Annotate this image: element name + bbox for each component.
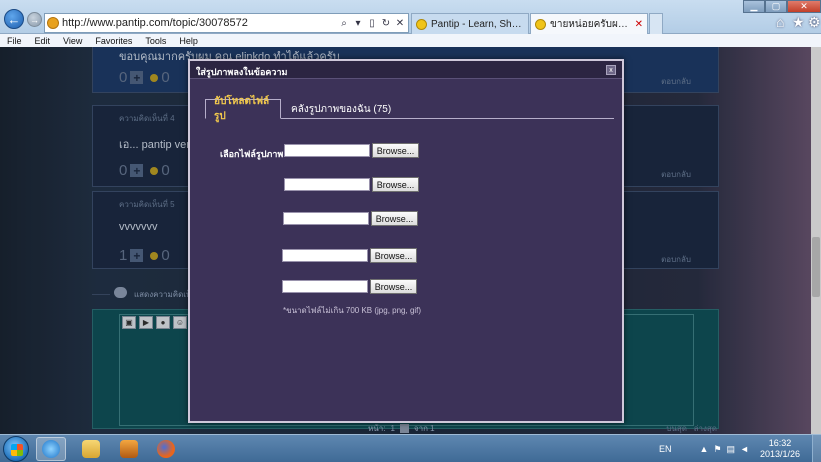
address-bar[interactable]: http://www.pantip.com/topic/30078572 ⌕ ▾… [44,13,409,33]
taskbar-explorer[interactable] [76,437,106,461]
file-path-input[interactable] [283,212,369,225]
network-icon[interactable]: ▤ [727,444,736,455]
window-controls: ▁ ▢ ✕ [743,0,821,13]
arrow-right-icon: → [30,14,39,25]
menu-favorites[interactable]: Favorites [95,36,132,46]
system-tray: EN ▲ ⚑ ▤ ◄ 16:32 2013/1/26 [659,435,821,462]
forward-button[interactable]: → [27,12,42,27]
menu-bar: File Edit View Favorites Tools Help [0,34,821,47]
dialog-header: ใส่รูปภาพลงในข้อความ x [190,61,622,79]
stop-icon[interactable]: ✕ [394,18,406,29]
refresh-icon[interactable]: ↻ [380,18,392,29]
browse-button[interactable]: Browse... [370,279,417,294]
folder-icon [82,440,100,458]
taskbar-ie[interactable] [36,437,66,461]
search-icon[interactable]: ⌕ [338,18,350,29]
dialog-title: ใส่รูปภาพลงในข้อความ [196,67,288,77]
tab-pantip[interactable]: Pantip - Learn, Share & Fun [411,13,529,34]
file-upload-row: Browse... [284,177,419,192]
language-indicator[interactable]: EN [659,444,672,454]
tab-topic[interactable]: ขายหน่อยครับผม IPAD MINI... ✕ [530,13,648,34]
media-app-icon [120,440,138,458]
firefox-icon [157,440,175,458]
browse-button[interactable]: Browse... [371,211,418,226]
menu-edit[interactable]: Edit [35,36,51,46]
file-upload-row: Browse... [282,248,417,263]
start-button[interactable] [3,436,29,462]
pantip-favicon-icon [535,18,546,30]
new-tab-button[interactable] [649,13,663,34]
windows-taskbar: EN ▲ ⚑ ▤ ◄ 16:32 2013/1/26 [0,434,821,462]
file-upload-row: Browse... [283,211,418,226]
file-upload-row: Browse... [282,279,417,294]
url-text[interactable]: http://www.pantip.com/topic/30078572 [62,17,338,29]
file-path-input[interactable] [282,249,368,262]
menu-tools[interactable]: Tools [145,36,166,46]
compat-view-icon[interactable]: ▯ [366,18,378,29]
taskbar-app[interactable] [114,437,144,461]
clock-date: 2013/1/26 [759,449,800,459]
menu-view[interactable]: View [63,36,82,46]
close-dialog-button[interactable]: x [606,65,616,75]
pantip-favicon-icon [416,18,427,30]
tools-gear-icon[interactable]: ⚙ [808,14,821,31]
file-path-input[interactable] [284,144,370,157]
arrow-left-icon: ← [7,11,21,27]
favorites-star-icon[interactable]: ★ [792,14,805,31]
internet-explorer-icon [42,440,60,458]
browser-titlebar: ← → http://www.pantip.com/topic/30078572… [0,0,821,34]
choose-file-label: เลือกไฟล์รูปภาพ [220,149,284,159]
browse-button[interactable]: Browse... [372,177,419,192]
clock-time: 16:32 [768,438,792,448]
windows-logo-icon [11,444,23,456]
file-path-input[interactable] [282,280,368,293]
flag-tray-icon[interactable]: ⚑ [713,444,721,455]
home-icon[interactable]: ⌂ [776,14,784,30]
tab-my-library[interactable]: คลังรูปภาพของฉัน (75) [283,99,399,119]
show-hidden-icons-icon[interactable]: ▲ [700,444,709,454]
file-upload-row: Browse... [284,143,419,158]
clock[interactable]: 16:32 2013/1/26 [760,438,800,460]
minimize-button[interactable]: ▁ [743,0,765,13]
close-tab-icon[interactable]: ✕ [632,19,643,30]
file-size-note: *ขนาดไฟล์ไม่เกิน 700 KB (jpg, png, gif) [283,306,422,315]
show-desktop-button[interactable] [812,435,821,462]
browse-button[interactable]: Browse... [372,143,419,158]
browse-button[interactable]: Browse... [370,248,417,263]
tab-label: Pantip - Learn, Share & Fun [431,18,524,30]
close-window-button[interactable]: ✕ [787,0,821,13]
file-path-input[interactable] [284,178,370,191]
site-favicon-icon [47,17,59,29]
dialog-tabs: อัปโหลดไฟล์รูป คลังรูปภาพของฉัน (75) [205,96,614,122]
volume-icon[interactable]: ◄ [740,444,749,454]
tab-label: ขายหน่อยครับผม IPAD MINI... [550,18,632,30]
taskbar-firefox[interactable] [151,437,181,461]
insert-image-dialog: ใส่รูปภาพลงในข้อความ x อัปโหลดไฟล์รูป คล… [188,59,624,423]
menu-help[interactable]: Help [179,36,198,46]
back-button[interactable]: ← [4,9,24,29]
dropdown-icon[interactable]: ▾ [352,18,364,29]
tab-upload[interactable]: อัปโหลดไฟล์รูป [205,96,281,122]
menu-file[interactable]: File [7,36,22,46]
maximize-button[interactable]: ▢ [765,0,787,13]
